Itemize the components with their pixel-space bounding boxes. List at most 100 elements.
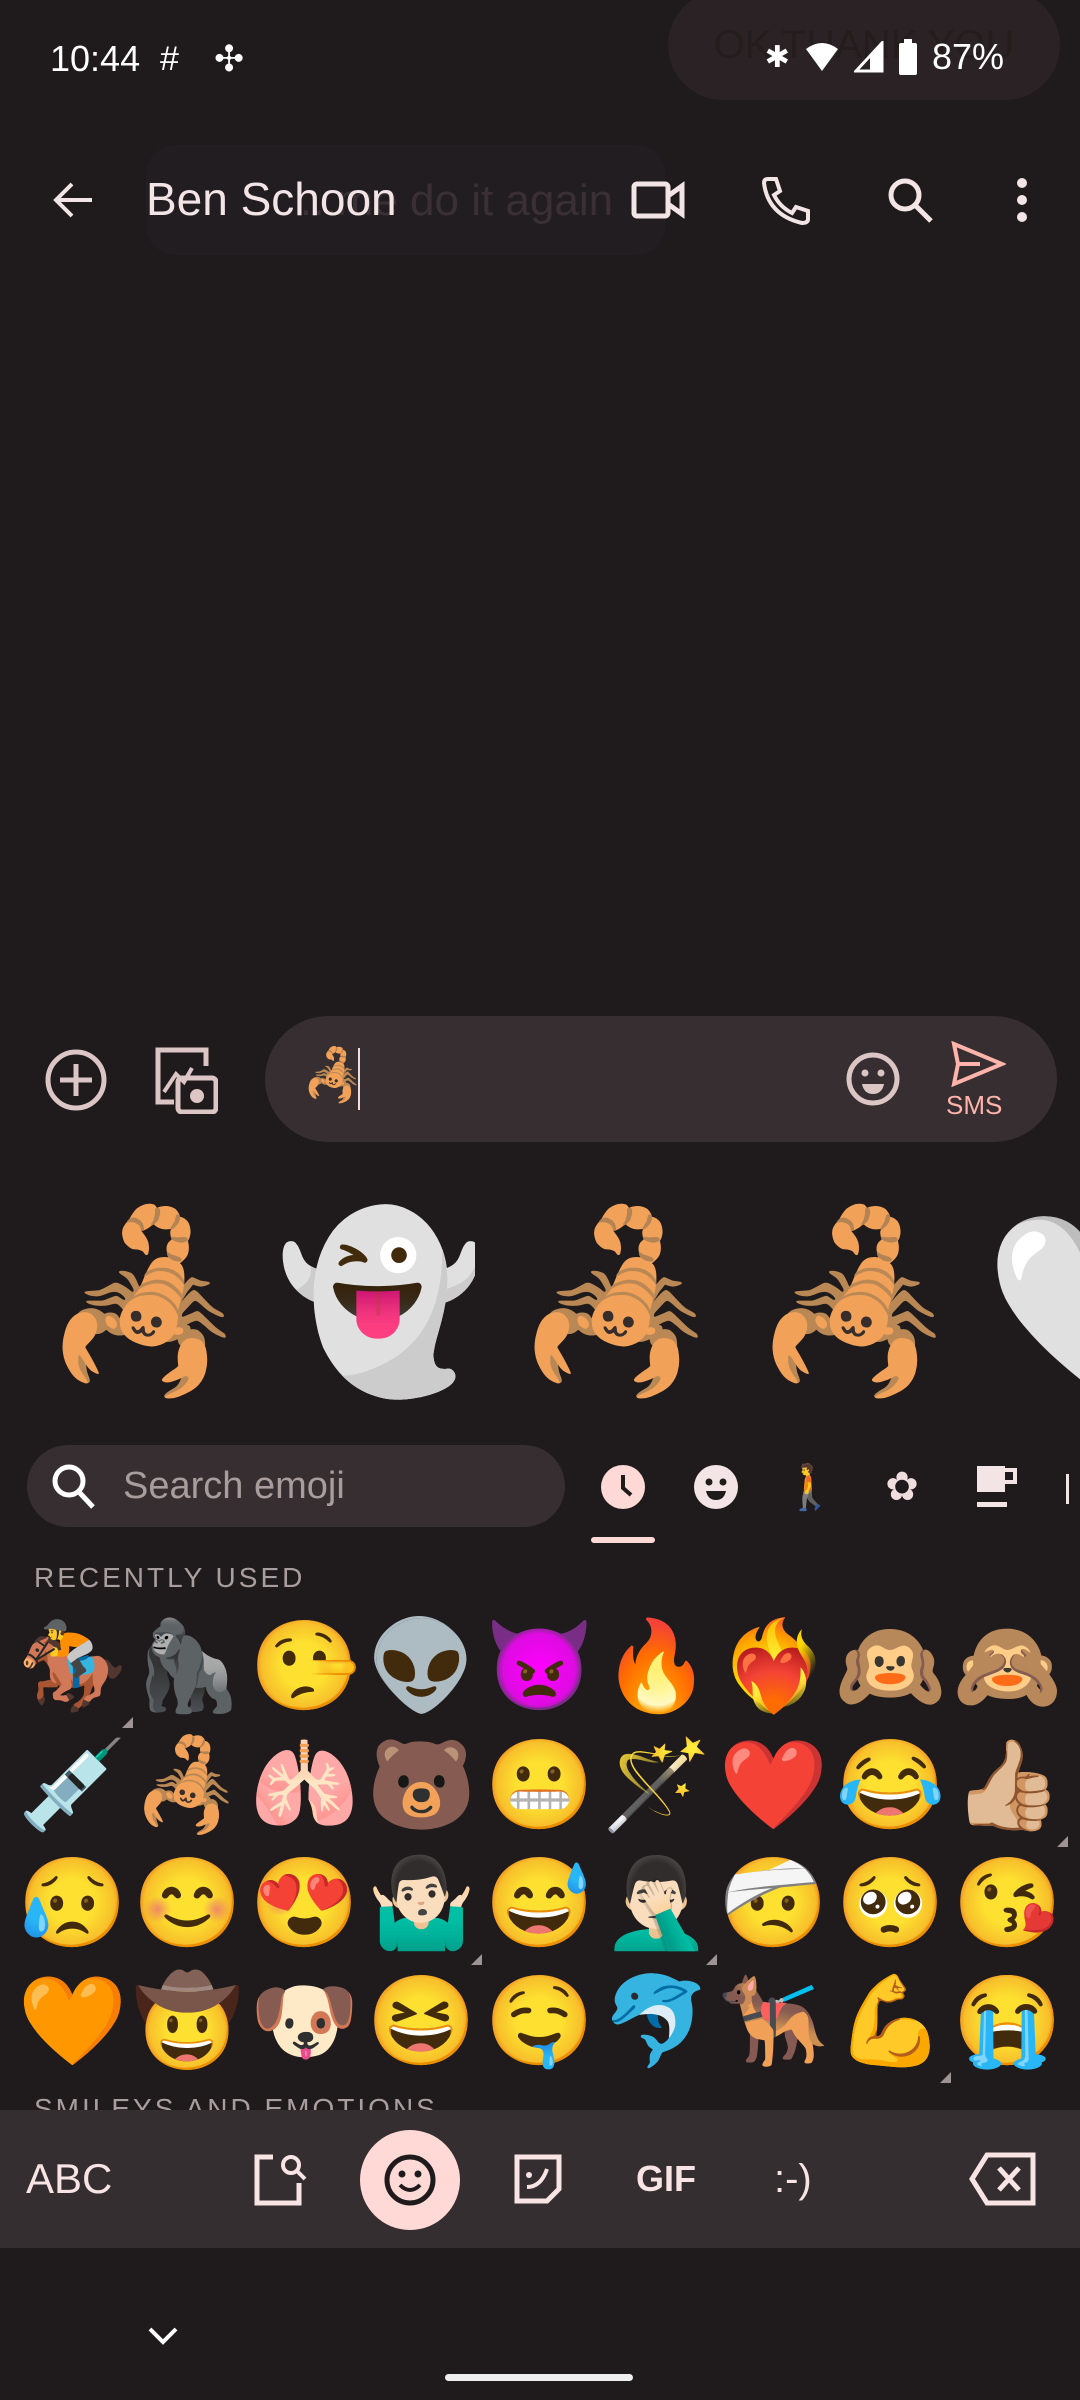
phone-call-button[interactable] — [754, 168, 818, 232]
status-time: 10:44 — [50, 38, 141, 79]
emoji-search-input[interactable]: Search emoji — [27, 1445, 565, 1527]
home-gesture-pill[interactable] — [445, 2374, 633, 2381]
emoji-key[interactable]: 😂 — [832, 1726, 949, 1843]
emoji-key[interactable]: 🫁 — [246, 1726, 363, 1843]
search-icon — [52, 1464, 95, 1509]
category-smileys-tab[interactable] — [684, 1455, 748, 1519]
sticker-suggestion[interactable]: 🦂 — [40, 1195, 240, 1410]
emoji-key[interactable]: 🧡 — [14, 1962, 131, 2079]
emoji-key[interactable]: 🤷🏻‍♂️ — [363, 1844, 480, 1961]
emoji-key[interactable]: 😍 — [246, 1844, 363, 1961]
emoji-key[interactable]: 🤤 — [481, 1962, 598, 2079]
sticker-button[interactable] — [510, 2145, 566, 2213]
sticker-icon — [514, 2154, 562, 2204]
emoji-key[interactable]: 🤥 — [246, 1607, 363, 1724]
clock-icon — [601, 1465, 645, 1509]
message-input[interactable] — [265, 1016, 1057, 1142]
back-button[interactable] — [42, 168, 106, 232]
search-placeholder: Search emoji — [123, 1464, 345, 1507]
gif-button[interactable]: GIF — [636, 2145, 696, 2213]
contact-name[interactable]: Ben Schoon — [146, 172, 397, 226]
add-circle-icon — [45, 1049, 107, 1111]
category-recent-tab[interactable] — [591, 1455, 655, 1519]
abc-keyboard-button[interactable]: ABC — [26, 2145, 112, 2213]
emoji-key[interactable]: 🥺 — [832, 1844, 949, 1961]
emoticon-button[interactable]: :-) — [774, 2145, 812, 2213]
emoji-key[interactable]: 🐶 — [246, 1962, 363, 2079]
emoji-key[interactable]: 😆 — [363, 1962, 480, 2079]
status-icons: ✱ 87% — [765, 36, 1004, 78]
recently-used-label: RECENTLY USED — [34, 1562, 306, 1593]
emoji-icon — [384, 2154, 436, 2206]
activities-icon: ✿ — [885, 1465, 919, 1509]
emoji-key[interactable]: 🦍 — [129, 1607, 246, 1724]
emoji-key[interactable]: 👿 — [481, 1607, 598, 1724]
backspace-button[interactable] — [968, 2145, 1038, 2213]
video-call-icon — [631, 181, 685, 219]
emoji-button[interactable] — [846, 1052, 900, 1106]
chevron-down-icon — [148, 2327, 178, 2345]
battery-percent: 87% — [931, 36, 1004, 77]
emoji-key[interactable]: 🐻 — [363, 1726, 480, 1843]
signal-icon — [853, 41, 884, 73]
emoji-key[interactable]: 😅 — [481, 1844, 598, 1961]
sticker-suggestion[interactable]: 🤍 — [985, 1195, 1080, 1410]
send-button[interactable] — [950, 1040, 1010, 1088]
emoji-key[interactable]: 👍🏼 — [949, 1726, 1066, 1843]
video-call-button[interactable] — [626, 168, 690, 232]
emoji-key[interactable]: 👽 — [363, 1607, 480, 1724]
emoji-key[interactable]: 🙉 — [832, 1607, 949, 1724]
send-mode-label: SMS — [946, 1090, 1003, 1120]
emoji-key[interactable]: 😘 — [949, 1844, 1066, 1961]
category-activities-tab[interactable]: ✿ — [870, 1455, 934, 1519]
emoji-key[interactable]: ❤️‍🔥 — [715, 1607, 832, 1724]
emoji-icon — [846, 1052, 900, 1106]
sticker-search-button[interactable] — [250, 2145, 310, 2213]
person-icon: 🚶 — [782, 1463, 838, 1512]
text-cursor — [358, 1048, 360, 1110]
coffee-icon — [977, 1466, 1017, 1507]
message-input-value: 🦂 — [302, 1047, 365, 1103]
add-attachment-button[interactable] — [44, 1048, 108, 1112]
bluetooth-icon: ✱ — [764, 40, 790, 74]
back-arrow-icon — [53, 182, 92, 218]
more-options-button[interactable] — [990, 168, 1054, 232]
emoji-key[interactable]: 💪 — [832, 1962, 949, 2079]
emoji-key[interactable]: 😥 — [14, 1844, 131, 1961]
gallery-camera-icon — [155, 1047, 219, 1115]
phone-icon — [762, 177, 810, 225]
sticker-suggestion[interactable]: 👻 — [275, 1195, 475, 1410]
emoji-key[interactable]: 🏇 — [14, 1607, 131, 1724]
emoji-key[interactable]: 🐕‍🦺 — [715, 1962, 832, 2079]
emoji-key[interactable]: 💉 — [14, 1726, 131, 1843]
emoji-key[interactable]: 🐬 — [598, 1962, 715, 2079]
emoji-key[interactable]: 🤕 — [715, 1844, 832, 1961]
search-button[interactable] — [878, 168, 942, 232]
wifi-icon — [805, 43, 838, 71]
category-people-tab[interactable]: 🚶 — [778, 1455, 842, 1519]
category-food-tab[interactable] — [964, 1455, 1028, 1519]
emoji-key[interactable]: 🤦🏻‍♂️ — [598, 1844, 715, 1961]
category-scroll-indicator — [1066, 1474, 1069, 1504]
battery-icon — [898, 39, 917, 75]
emoji-key[interactable]: ❤️ — [715, 1726, 832, 1843]
emoji-key[interactable]: 🦂 — [129, 1726, 246, 1843]
emoji-key[interactable]: 🔥 — [598, 1607, 715, 1724]
emoji-key[interactable]: 😬 — [481, 1726, 598, 1843]
gallery-camera-button[interactable] — [154, 1046, 219, 1115]
selected-tab-indicator — [591, 1537, 655, 1543]
emoji-keyboard-button-selected[interactable] — [360, 2130, 460, 2230]
emoji-key[interactable]: 🪄 — [598, 1726, 715, 1843]
search-icon — [888, 178, 933, 223]
emoji-key[interactable]: 🙈 — [949, 1607, 1066, 1724]
sticker-search-icon — [254, 2154, 307, 2206]
more-vert-icon — [1017, 178, 1027, 222]
emoji-key[interactable]: 🤠 — [129, 1962, 246, 2079]
emoji-key[interactable]: 😊 — [129, 1844, 246, 1961]
hide-keyboard-button[interactable] — [146, 2325, 180, 2352]
smiley-icon — [694, 1465, 738, 1509]
sticker-suggestion[interactable]: 🦂 — [512, 1195, 712, 1410]
status-bar: OK THANK YOU 10:44 # ✣ ✱ 87% — [0, 0, 1080, 120]
emoji-key[interactable]: 😭 — [949, 1962, 1066, 2079]
sticker-suggestion[interactable]: 🦂 — [750, 1195, 950, 1410]
